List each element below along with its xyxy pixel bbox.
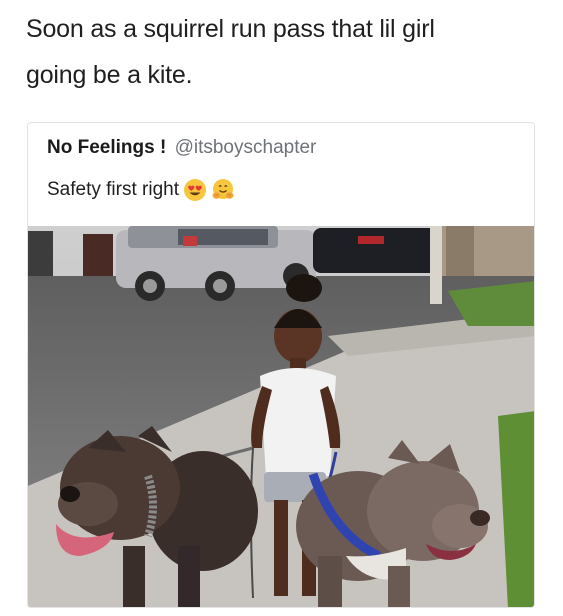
tweet-photo[interactable] bbox=[28, 226, 534, 607]
hugging-face-emoji-icon bbox=[211, 178, 235, 202]
tweet-header: No Feelings ! @itsboyschapter bbox=[47, 137, 316, 159]
tweet-text: Safety first right bbox=[47, 178, 235, 202]
photo-trash-bin-red bbox=[83, 234, 113, 280]
tweet-display-name[interactable]: No Feelings ! bbox=[47, 137, 166, 158]
tweet-handle[interactable]: @itsboyschapter bbox=[175, 137, 317, 158]
tweet-text-content: Safety first right bbox=[47, 179, 179, 200]
heart-eyes-emoji-icon bbox=[183, 178, 207, 202]
caption-line-1: Soon as a squirrel run pass that lil gir… bbox=[26, 15, 435, 43]
photo-trash-bin bbox=[28, 231, 53, 279]
photo-pole bbox=[430, 226, 442, 304]
post-caption: Soon as a squirrel run pass that lil gir… bbox=[26, 6, 536, 98]
photo-dark-car bbox=[313, 228, 438, 273]
photo-girl-with-two-dogs bbox=[28, 226, 534, 607]
quoted-tweet-card[interactable]: No Feelings ! @itsboyschapter Safety fir… bbox=[27, 122, 535, 608]
caption-line-2: going be a kite. bbox=[26, 61, 193, 89]
